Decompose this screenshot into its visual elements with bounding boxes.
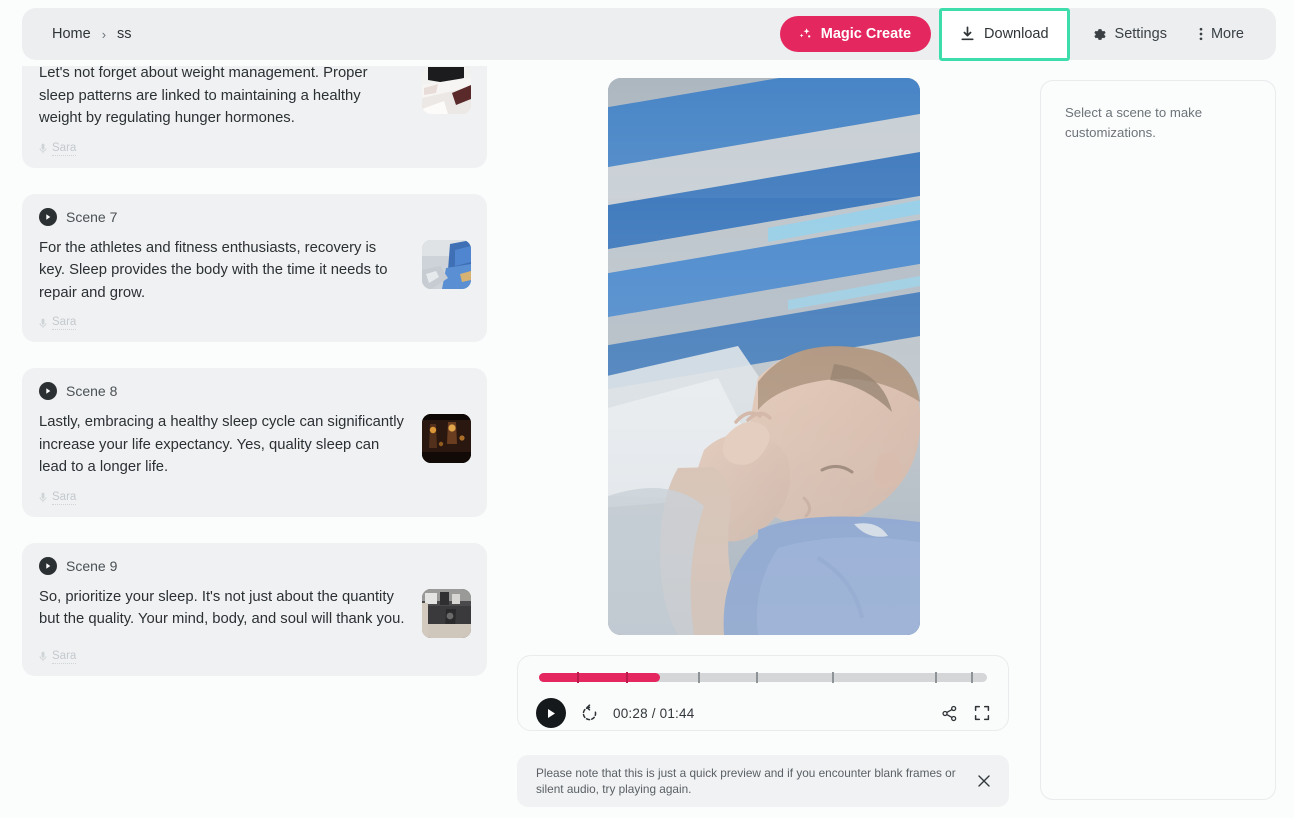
scene-label: Scene 7 (66, 208, 118, 225)
scene-thumbnail[interactable] (422, 414, 471, 463)
scene-text[interactable]: Lastly, embracing a healthy sleep cycle … (39, 411, 408, 479)
scene-body: Lastly, embracing a healthy sleep cycle … (39, 411, 471, 479)
scene-voice[interactable]: Sara (39, 142, 471, 158)
dots-vertical-icon (1199, 26, 1203, 42)
scene-thumbnail[interactable] (422, 588, 471, 638)
progress-fill (539, 673, 660, 682)
microphone-icon (39, 318, 47, 329)
preview-column: 00:28 / 01:44 Please note that this is j… (503, 66, 1023, 816)
voice-name: Sara (52, 141, 77, 156)
scene-card-scene-8[interactable]: Scene 8 Lastly, embracing a healthy slee… (22, 368, 487, 517)
breadcrumb-current[interactable]: ss (117, 26, 132, 42)
play-pause-button[interactable] (536, 698, 566, 728)
download-button[interactable]: Download (939, 7, 1070, 61)
scene-label: Scene 9 (66, 557, 118, 574)
scene-voice[interactable]: Sara (39, 316, 471, 332)
replay-icon[interactable] (580, 703, 599, 723)
scene-card-scene-9[interactable]: Scene 9 So, prioritize your sleep. It's … (22, 542, 487, 676)
scene-voice[interactable]: Sara (39, 650, 471, 666)
app-root: Home › ss Magic Create Download Settings… (0, 0, 1294, 818)
segment-marker (577, 672, 580, 683)
settings-label: Settings (1114, 26, 1167, 42)
chevron-right-icon: › (101, 26, 107, 42)
close-icon[interactable] (973, 770, 995, 792)
fullscreen-icon[interactable] (974, 705, 990, 721)
voice-name: Sara (52, 490, 77, 505)
settings-button[interactable]: Settings (1078, 15, 1181, 53)
scene-body: For the athletes and fitness enthusiasts… (39, 237, 471, 305)
scene-label: Scene 8 (66, 383, 118, 399)
video-preview[interactable] (608, 78, 920, 635)
progress-bar[interactable] (539, 672, 987, 683)
video-player-controls: 00:28 / 01:44 (517, 655, 1009, 731)
scene-card-partial[interactable]: Let's not forget about weight management… (22, 66, 487, 168)
more-button[interactable]: More (1185, 15, 1258, 53)
segment-marker (698, 672, 701, 683)
scene-list[interactable]: Let's not forget about weight management… (22, 66, 487, 814)
scene-header: Scene 9 (39, 556, 471, 575)
segment-marker (626, 672, 629, 683)
time-display: 00:28 / 01:44 (613, 705, 695, 721)
top-header: Home › ss Magic Create Download Settings… (22, 7, 1276, 61)
segment-marker (832, 672, 835, 683)
more-label: More (1210, 26, 1244, 42)
download-icon (960, 26, 975, 42)
panel-empty-message: Select a scene to make customizations. (1065, 105, 1203, 140)
segment-marker (935, 672, 938, 683)
play-circle-icon[interactable] (39, 382, 57, 400)
scene-card-scene-7[interactable]: Scene 7 For the athletes and fitness ent… (22, 193, 487, 342)
scene-body: So, prioritize your sleep. It's not just… (39, 586, 471, 638)
scene-header: Scene 8 (39, 382, 471, 400)
player-row: 00:28 / 01:44 (536, 698, 990, 728)
download-label: Download (984, 26, 1049, 42)
header-actions: Magic Create Download Settings More (779, 7, 1258, 61)
magic-create-button[interactable]: Magic Create (779, 16, 932, 52)
scene-text[interactable]: Let's not forget about weight management… (39, 66, 408, 130)
scene-thumbnail[interactable] (422, 66, 471, 114)
scene-text[interactable]: So, prioritize your sleep. It's not just… (39, 586, 408, 631)
scene-header: Scene 7 (39, 207, 471, 226)
play-circle-icon[interactable] (39, 207, 57, 226)
sparkles-icon (797, 26, 813, 42)
share-icon[interactable] (941, 705, 958, 722)
scene-body: Let's not forget about weight management… (39, 66, 471, 130)
scene-thumbnail[interactable] (422, 239, 471, 289)
scene-voice[interactable]: Sara (39, 491, 471, 507)
scene-text[interactable]: For the athletes and fitness enthusiasts… (39, 237, 408, 305)
voice-name: Sara (52, 649, 77, 664)
microphone-icon (39, 143, 47, 154)
play-circle-icon[interactable] (39, 556, 57, 575)
microphone-icon (39, 492, 47, 503)
breadcrumb-home[interactable]: Home (52, 26, 91, 42)
notice-text: Please note that this is just a quick pr… (536, 765, 956, 797)
voice-name: Sara (52, 316, 77, 330)
gear-icon (1092, 27, 1107, 42)
preview-notice: Please note that this is just a quick pr… (517, 755, 1009, 807)
segment-marker (971, 672, 974, 683)
customization-panel: Select a scene to make customizations. (1040, 80, 1276, 800)
microphone-icon (39, 651, 47, 662)
magic-create-label: Magic Create (820, 26, 912, 42)
segment-marker (756, 672, 759, 683)
player-right-actions (941, 705, 990, 722)
download-button-highlight: Download (939, 7, 1070, 61)
breadcrumb: Home › ss (52, 26, 132, 42)
